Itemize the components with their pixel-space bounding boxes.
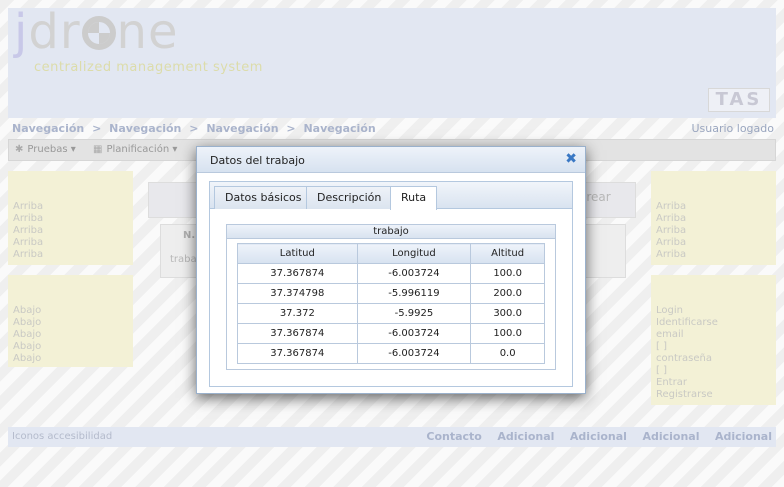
latitude-cell: 37.367874 xyxy=(237,323,358,344)
latitude-cell: 37.367874 xyxy=(237,343,358,364)
right-top-link[interactable]: Arriba xyxy=(656,213,771,225)
drone-target-icon xyxy=(81,16,116,50)
page-footer: Iconos accesibilidad Contacto Adicional … xyxy=(8,427,776,447)
password-label: contraseña xyxy=(656,353,712,364)
latitude-cell: 37.372 xyxy=(237,303,358,324)
footer-link-adicional[interactable]: Adicional xyxy=(497,430,554,443)
login-box: Login Identificarse email [ ] contraseña… xyxy=(651,275,776,405)
left-top-link[interactable]: Arriba xyxy=(13,237,128,249)
table-row[interactable]: 37.372 -5.9925 300.0 xyxy=(237,303,545,324)
email-field[interactable]: [ ] xyxy=(656,341,771,353)
column-header-altitud[interactable]: Altitud xyxy=(470,243,545,264)
right-top-link[interactable]: Arriba xyxy=(656,225,771,237)
breadcrumb-item[interactable]: Navegación xyxy=(303,122,375,135)
menu-item-planificacion[interactable]: ▦ Planificación ▾ xyxy=(93,144,177,155)
close-icon[interactable]: ✖ xyxy=(565,151,577,167)
gear-icon: ✱ xyxy=(15,144,24,155)
email-label: email xyxy=(656,329,684,340)
right-top-link[interactable]: Arriba xyxy=(656,249,771,261)
left-bottom-link[interactable]: Abajo xyxy=(13,341,128,353)
table-row[interactable]: 37.367874 -6.003724 0.0 xyxy=(237,343,545,364)
right-top-link[interactable]: Arriba xyxy=(656,201,771,213)
longitude-cell: -6.003724 xyxy=(356,323,472,344)
user-status: Usuario logado xyxy=(691,122,774,135)
breadcrumb-item[interactable]: Navegación xyxy=(12,122,84,135)
background-row-text: traba xyxy=(170,254,197,265)
password-field[interactable]: [ ] xyxy=(656,365,771,377)
login-heading: Login xyxy=(656,305,683,316)
tabs-container: Datos básicos Descripción Ruta trabajo L… xyxy=(209,181,573,387)
column-header-longitud[interactable]: Longitud xyxy=(356,243,472,264)
longitude-cell: -5.9925 xyxy=(356,303,472,324)
longitude-cell: -6.003724 xyxy=(356,343,472,364)
altitude-cell: 0.0 xyxy=(470,343,545,364)
right-top-link[interactable]: Arriba xyxy=(656,237,771,249)
tas-logo: TAS xyxy=(708,88,770,112)
longitude-cell: -6.003724 xyxy=(356,263,472,284)
register-link[interactable]: Registrarse xyxy=(656,389,771,401)
breadcrumb-separator: > xyxy=(92,122,102,135)
latitude-cell: 37.367874 xyxy=(237,263,358,284)
footer-link-adicional[interactable]: Adicional xyxy=(570,430,627,443)
tab-datos-basicos[interactable]: Datos básicos xyxy=(214,186,313,209)
table-row[interactable]: 37.367874 -6.003724 100.0 xyxy=(237,323,545,344)
menu-item-pruebas[interactable]: ✱ Pruebas ▾ xyxy=(15,144,76,155)
calendar-icon: ▦ xyxy=(93,144,103,155)
altitude-cell: 100.0 xyxy=(470,263,545,284)
route-table: Latitud Longitud Altitud 37.367874 -6.00… xyxy=(237,243,545,364)
left-bottom-box: Abajo Abajo Abajo Abajo Abajo xyxy=(8,275,133,367)
latitude-cell: 37.374798 xyxy=(237,283,358,304)
logo-subtitle: centralized management system xyxy=(34,60,263,75)
left-top-link[interactable]: Arriba xyxy=(13,213,128,225)
left-top-link[interactable]: Arriba xyxy=(13,201,128,213)
dialog-title: Datos del trabajo xyxy=(210,154,305,167)
left-bottom-link[interactable]: Abajo xyxy=(13,329,128,341)
tab-descripcion[interactable]: Descripción xyxy=(306,186,393,209)
login-subheading: Identificarse xyxy=(656,317,718,328)
tab-ruta[interactable]: Ruta xyxy=(390,186,438,210)
left-bottom-link[interactable]: Abajo xyxy=(13,353,128,365)
longitude-cell: -5.996119 xyxy=(356,283,472,304)
left-top-link[interactable]: Arriba xyxy=(13,225,128,237)
breadcrumb: Navegación > Navegación > Navegación > N… xyxy=(12,122,376,135)
footer-link-adicional[interactable]: Adicional xyxy=(715,430,772,443)
left-top-link[interactable]: Arriba xyxy=(13,249,128,261)
breadcrumb-separator: > xyxy=(286,122,296,135)
chevron-down-icon: ▾ xyxy=(172,144,178,155)
altitude-cell: 100.0 xyxy=(470,323,545,344)
table-header-row: Latitud Longitud Altitud xyxy=(237,243,545,264)
left-bottom-link[interactable]: Abajo xyxy=(13,317,128,329)
accessibility-icons-label: Iconos accesibilidad xyxy=(12,431,113,442)
table-row[interactable]: 37.374798 -5.996119 200.0 xyxy=(237,283,545,304)
route-table-caption: trabajo xyxy=(227,225,555,239)
left-top-box: Arriba Arriba Arriba Arriba Arriba xyxy=(8,171,133,265)
background-column-header: N. xyxy=(183,230,196,241)
footer-link-contacto[interactable]: Contacto xyxy=(426,430,481,443)
chevron-down-icon: ▾ xyxy=(70,144,76,155)
altitude-cell: 300.0 xyxy=(470,303,545,324)
right-top-box: Arriba Arriba Arriba Arriba Arriba xyxy=(651,171,776,265)
job-details-dialog: Datos del trabajo ✖ Datos básicos Descri… xyxy=(196,146,586,394)
tab-strip: Datos básicos Descripción Ruta xyxy=(210,182,572,210)
dialog-titlebar[interactable]: Datos del trabajo ✖ xyxy=(197,147,585,173)
left-bottom-link[interactable]: Abajo xyxy=(13,305,128,317)
footer-links: Contacto Adicional Adicional Adicional A… xyxy=(414,430,772,443)
page-header: jdr ne centralized management system TAS xyxy=(8,4,776,118)
breadcrumb-item[interactable]: Navegación xyxy=(206,122,278,135)
breadcrumb-item[interactable]: Navegación xyxy=(109,122,181,135)
table-row[interactable]: 37.367874 -6.003724 100.0 xyxy=(237,263,545,284)
breadcrumb-separator: > xyxy=(189,122,199,135)
route-table-panel: trabajo Latitud Longitud Altitud 37.3678… xyxy=(226,224,556,370)
login-button[interactable]: Entrar xyxy=(656,377,771,389)
jdrone-logo: jdr ne xyxy=(14,4,179,60)
footer-link-adicional[interactable]: Adicional xyxy=(642,430,699,443)
column-header-latitud[interactable]: Latitud xyxy=(237,243,358,264)
altitude-cell: 200.0 xyxy=(470,283,545,304)
